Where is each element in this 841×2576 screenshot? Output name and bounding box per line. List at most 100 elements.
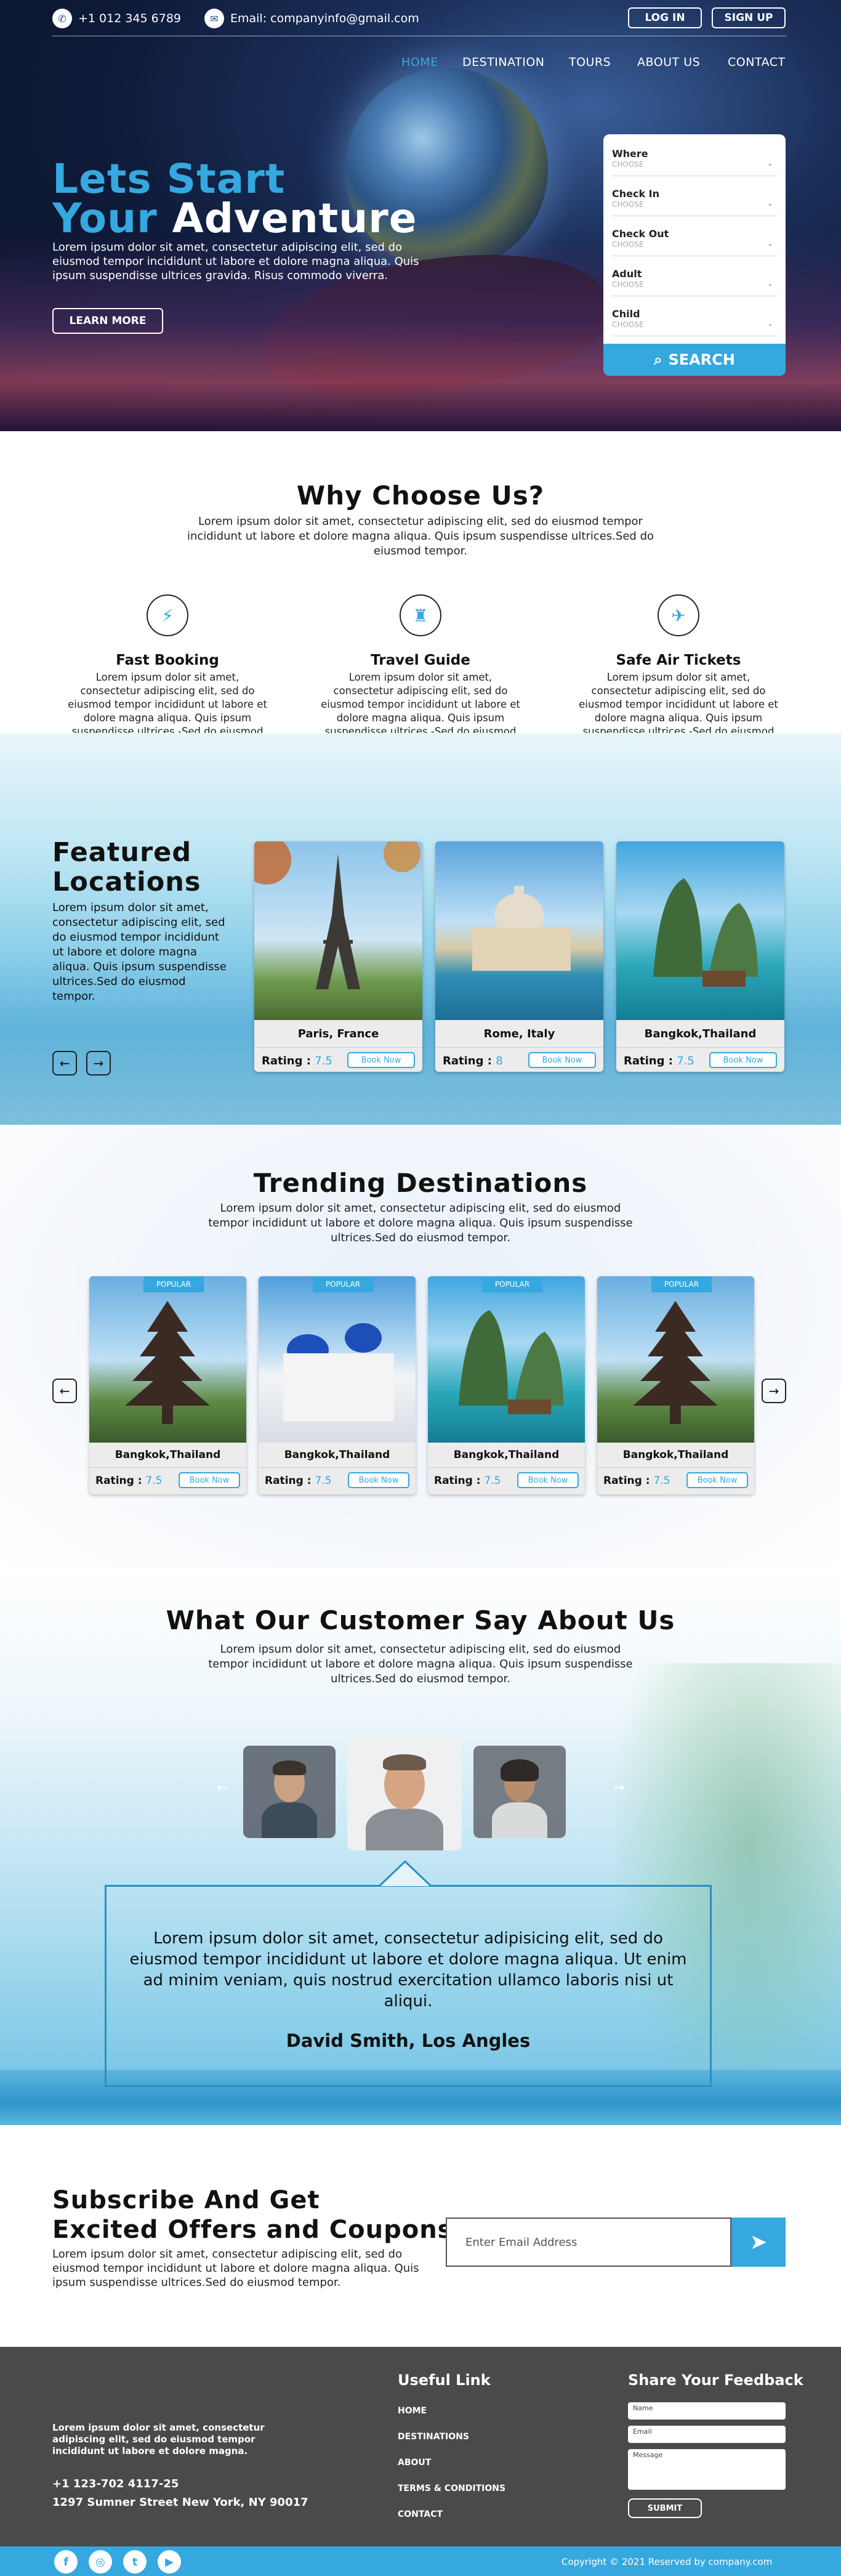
check-out-select[interactable]: Check Out CHOOSE ⌄ xyxy=(612,223,777,256)
avatar-customer-active[interactable] xyxy=(347,1736,462,1850)
check-in-select[interactable]: Check In CHOOSE ⌄ xyxy=(612,183,777,216)
trending-next-button[interactable]: → xyxy=(762,1379,786,1403)
search-icon: ⌕ xyxy=(654,351,662,368)
paper-plane-icon: ➤ xyxy=(749,2230,768,2254)
book-now-button[interactable]: Book Now xyxy=(709,1052,777,1068)
phone-text: +1 012 345 6789 xyxy=(78,12,182,25)
subscribe-send-button[interactable]: ➤ xyxy=(731,2218,786,2267)
feedback-title: Share Your Feedback xyxy=(628,2371,803,2389)
feedback-email-input[interactable]: Email xyxy=(628,2426,786,2443)
footer-link-terms[interactable]: TERMS & CONDITIONS xyxy=(398,2484,505,2493)
search-button[interactable]: ⌕ SEARCH xyxy=(603,344,786,376)
phone-icon: ✆ xyxy=(52,9,72,28)
testimonial-next-arrow[interactable]: → xyxy=(613,1780,624,1796)
arrow-left-icon: ← xyxy=(59,1383,70,1398)
footer-phone: +1 123-702 4117-25 xyxy=(52,2477,179,2490)
popular-badge: POPULAR xyxy=(651,1276,712,1292)
feedback-message-input[interactable]: Message xyxy=(628,2449,786,2490)
trending-prev-button[interactable]: ← xyxy=(52,1379,77,1403)
guide-icon: ♜ xyxy=(400,594,441,636)
chevron-down-icon: ⌄ xyxy=(767,159,773,168)
avatar-customer-1[interactable] xyxy=(243,1746,336,1838)
lightning-icon: ⚡ xyxy=(147,594,188,636)
subscribe-email-input[interactable]: Enter Email Address xyxy=(446,2218,731,2267)
nav-destination[interactable]: DESTINATION xyxy=(462,55,545,69)
pagoda-image xyxy=(89,1276,246,1443)
instagram-icon[interactable]: ◎ xyxy=(89,2550,112,2574)
hero-text: Lorem ipsum dolor sit amet, consectetur … xyxy=(52,241,419,282)
child-select[interactable]: Child CHOOSE ⌄ xyxy=(612,303,777,336)
eiffel-tower-image xyxy=(254,841,422,1020)
footer-address: 1297 Sumner Street New York, NY 90017 xyxy=(52,2496,308,2509)
testimonial-text: Lorem ipsum dolor sit amet, consectetur … xyxy=(208,1643,633,1685)
book-now-button[interactable]: Book Now xyxy=(347,1052,415,1068)
location-card-paris[interactable]: Paris, France Rating : 7.5 Book Now xyxy=(254,841,422,1072)
chevron-down-icon: ⌄ xyxy=(767,239,773,248)
trending-card-4[interactable]: POPULAR Bangkok,Thailand Rating : 7.5 Bo… xyxy=(597,1276,754,1494)
avatar-customer-3[interactable] xyxy=(473,1746,566,1838)
subscribe-text: Lorem ipsum dolor sit amet, consectetur … xyxy=(52,2248,419,2289)
why-title: Why Choose Us? xyxy=(296,480,545,511)
arrow-right-icon: → xyxy=(768,1383,779,1398)
learn-more-button[interactable]: LEARN MORE xyxy=(52,308,163,334)
nav-tours[interactable]: TOURS xyxy=(569,55,611,69)
trending-card-3[interactable]: POPULAR Bangkok,Thailand Rating : 7.5 Bo… xyxy=(428,1276,585,1494)
trending-card-1[interactable]: POPULAR Bangkok,Thailand Rating : 7.5 Bo… xyxy=(89,1276,246,1494)
footer-link-destinations[interactable]: DESTINATIONS xyxy=(398,2432,469,2442)
signup-button[interactable]: SIGN UP xyxy=(712,7,786,28)
subscribe-title: Subscribe And Get Excited Offers and Cou… xyxy=(52,2186,453,2244)
testimonial-author: David Smith, Los Angles xyxy=(286,2030,531,2051)
twitter-icon[interactable]: t xyxy=(123,2550,147,2574)
ticket-icon: ✈ xyxy=(658,594,699,636)
chevron-down-icon: ⌄ xyxy=(767,319,773,328)
facebook-icon[interactable]: f xyxy=(54,2550,78,2574)
footer-link-contact[interactable]: CONTACT xyxy=(398,2509,443,2519)
featured-next-button[interactable]: → xyxy=(86,1051,111,1075)
testimonial-quote: Lorem ipsum dolor sit amet, consectetur … xyxy=(129,1929,687,2011)
feature-travel-guide: ♜ Travel Guide Lorem ipsum dolor sit ame… xyxy=(319,594,522,752)
chevron-down-icon: ⌄ xyxy=(767,199,773,208)
email-contact: ✉ Email: companyinfo@gmail.com xyxy=(204,9,419,28)
popular-badge: POPULAR xyxy=(482,1276,542,1292)
featured-title: Featured Locations xyxy=(52,837,201,897)
pagoda-image xyxy=(597,1276,754,1443)
featured-text: Lorem ipsum dolor sit amet, consectetur … xyxy=(52,901,227,1003)
trending-card-2[interactable]: POPULAR Bangkok,Thailand Rating : 7.5 Bo… xyxy=(259,1276,416,1494)
email-text: Email: companyinfo@gmail.com xyxy=(230,12,419,25)
nav-about-us[interactable]: ABOUT US xyxy=(637,55,700,69)
testimonial-title: What Our Customer Say About Us xyxy=(166,1605,675,1635)
book-now-button[interactable]: Book Now xyxy=(686,1472,748,1488)
book-now-button[interactable]: Book Now xyxy=(517,1472,579,1488)
login-button[interactable]: LOG IN xyxy=(628,7,702,28)
location-card-rome[interactable]: Rome, Italy Rating : 8 Book Now xyxy=(435,841,603,1072)
trending-title: Trending Destinations xyxy=(253,1168,588,1198)
nav-home[interactable]: HOME xyxy=(401,55,438,69)
adult-select[interactable]: Adult CHOOSE ⌄ xyxy=(612,263,777,296)
booking-form: Where CHOOSE ⌄ Check In CHOOSE ⌄ Check O… xyxy=(603,134,786,376)
footer-link-about[interactable]: ABOUT xyxy=(398,2458,431,2468)
feature-safe-air-tickets: ✈ Safe Air Tickets Lorem ipsum dolor sit… xyxy=(577,594,780,752)
featured-prev-button[interactable]: ← xyxy=(52,1051,77,1075)
nav-contact[interactable]: CONTACT xyxy=(728,55,786,69)
book-now-button[interactable]: Book Now xyxy=(528,1052,596,1068)
popular-badge: POPULAR xyxy=(313,1276,373,1292)
footer-about: Lorem ipsum dolor sit amet, consectetur … xyxy=(52,2422,265,2457)
youtube-icon[interactable]: ▶ xyxy=(158,2550,181,2574)
popular-badge: POPULAR xyxy=(143,1276,204,1292)
arrow-right-icon: → xyxy=(93,1056,104,1071)
mail-icon: ✉ xyxy=(204,9,224,28)
book-now-button[interactable]: Book Now xyxy=(348,1472,409,1488)
book-now-button[interactable]: Book Now xyxy=(179,1472,240,1488)
bay-cliffs-image xyxy=(428,1276,585,1443)
feedback-submit-button[interactable]: SUBMIT xyxy=(628,2498,702,2518)
phone-contact: ✆ +1 012 345 6789 xyxy=(52,9,181,28)
location-card-bangkok[interactable]: Bangkok,Thailand Rating : 7.5 Book Now xyxy=(616,841,784,1072)
copyright-text: Copyright © 2021 Reserved by company.com xyxy=(561,2556,773,2567)
hero-title-line2: Your Adventure xyxy=(52,195,417,242)
feedback-name-input[interactable]: Name xyxy=(628,2402,786,2420)
chevron-down-icon: ⌄ xyxy=(767,279,773,288)
where-select[interactable]: Where CHOOSE ⌄ xyxy=(612,143,777,176)
footer-link-home[interactable]: HOME xyxy=(398,2406,427,2416)
santorini-image xyxy=(259,1276,416,1443)
testimonial-prev-arrow[interactable]: ← xyxy=(217,1780,228,1796)
